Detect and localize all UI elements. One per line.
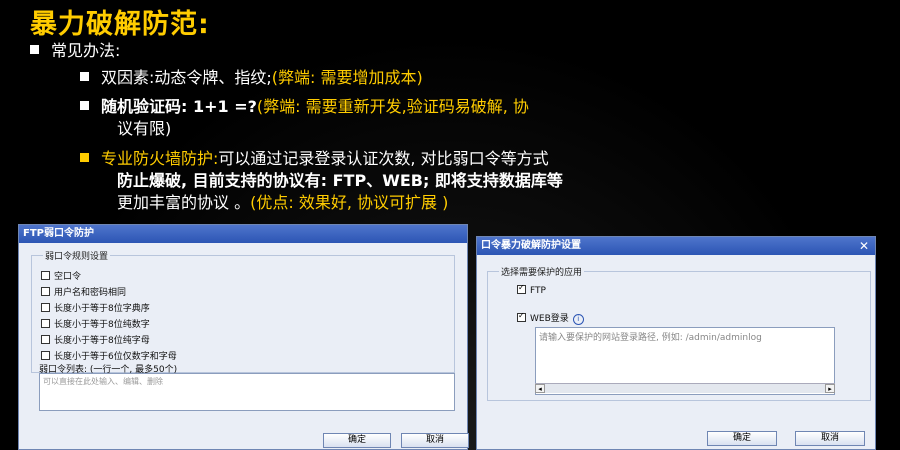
close-icon[interactable]: ✕ [859,237,869,255]
dialog1-ok-button[interactable]: 确定 [323,433,391,448]
checkbox-empty-password[interactable]: 空口令 [41,269,81,282]
bullet-square-icon [80,72,89,81]
bullet-square-icon [30,45,39,54]
ftp-weak-password-dialog: FTP弱口令防护 弱口令规则设置 空口令 用户名和密码相同 长度小于等于8位字典… [18,224,469,450]
horizontal-scrollbar[interactable]: ◂ ▸ [535,383,835,393]
slide-title: 暴力破解防范: [30,9,210,40]
dialog2-ok-button[interactable]: 确定 [707,431,777,446]
checkbox-alnum-6[interactable]: 长度小于等于6位仅数字和字母 [41,349,177,362]
weak-password-list-textarea[interactable]: 可以直接在此处输入、编辑、删除 [39,373,455,411]
checkbox-digits-8[interactable]: 长度小于等于8位纯数字 [41,317,150,330]
checkbox-icon[interactable] [41,351,50,360]
bullet-firewall-line3: 更加丰富的协议 。(优点: 效果好, 协议可扩展 ) [117,193,449,212]
slide: 暴力破解防范: 常见办法: 双因素:动态令牌、指纹;(弊端: 需要增加成本) 随… [0,0,900,450]
checkbox-icon[interactable] [41,319,50,328]
info-icon[interactable]: i [572,314,584,325]
bullet-firewall-line2: 防止爆破, 目前支持的协议有: FTP、WEB; 即将支持数据库等 [117,171,563,190]
bullet-captcha-cont: 议有限) [117,119,172,138]
bullet-square-icon [80,101,89,110]
dialog2-titlebar: 口令暴力破解防护设置 ✕ [477,237,875,255]
bullet-captcha: 随机验证码: 1+1 =?(弊端: 需要重新开发,验证码易破解, 协 [80,96,529,118]
dialog1-titlebar: FTP弱口令防护 [19,225,467,243]
dialog1-cancel-button[interactable]: 取消 [401,433,469,448]
bullet-firewall: 专业防火墙防护:可以通过记录登录认证次数, 对比弱口令等方式 [80,148,549,170]
dialog2-cancel-button[interactable]: 取消 [795,431,865,446]
scroll-right-icon[interactable]: ▸ [825,384,835,393]
checkbox-same-user-pass[interactable]: 用户名和密码相同 [41,285,126,298]
checkbox-checked-icon[interactable] [517,311,526,322]
checkbox-dict-8[interactable]: 长度小于等于8位字典序 [41,301,150,314]
checkbox-checked-icon[interactable] [517,283,526,294]
checkbox-icon[interactable] [41,287,50,296]
brute-force-protection-dialog: 口令暴力破解防护设置 ✕ 选择需要保护的应用 FTP WEB登录i 请输入要保护… [476,236,876,450]
dialog1-group-label: 弱口令规则设置 [43,249,111,262]
dialog2-group-label: 选择需要保护的应用 [499,265,585,278]
checkbox-letters-8[interactable]: 长度小于等于8位纯字母 [41,333,150,346]
checkbox-web-login[interactable]: WEB登录i [517,311,584,325]
scroll-left-icon[interactable]: ◂ [535,384,545,393]
bullet-common-methods: 常见办法: [30,40,120,62]
checkbox-ftp[interactable]: FTP [517,283,546,296]
checkbox-icon[interactable] [41,303,50,312]
bullet-square-icon [80,153,89,162]
checkbox-icon[interactable] [41,271,50,280]
checkbox-icon[interactable] [41,335,50,344]
bullet-two-factor: 双因素:动态令牌、指纹;(弊端: 需要增加成本) [80,67,423,89]
